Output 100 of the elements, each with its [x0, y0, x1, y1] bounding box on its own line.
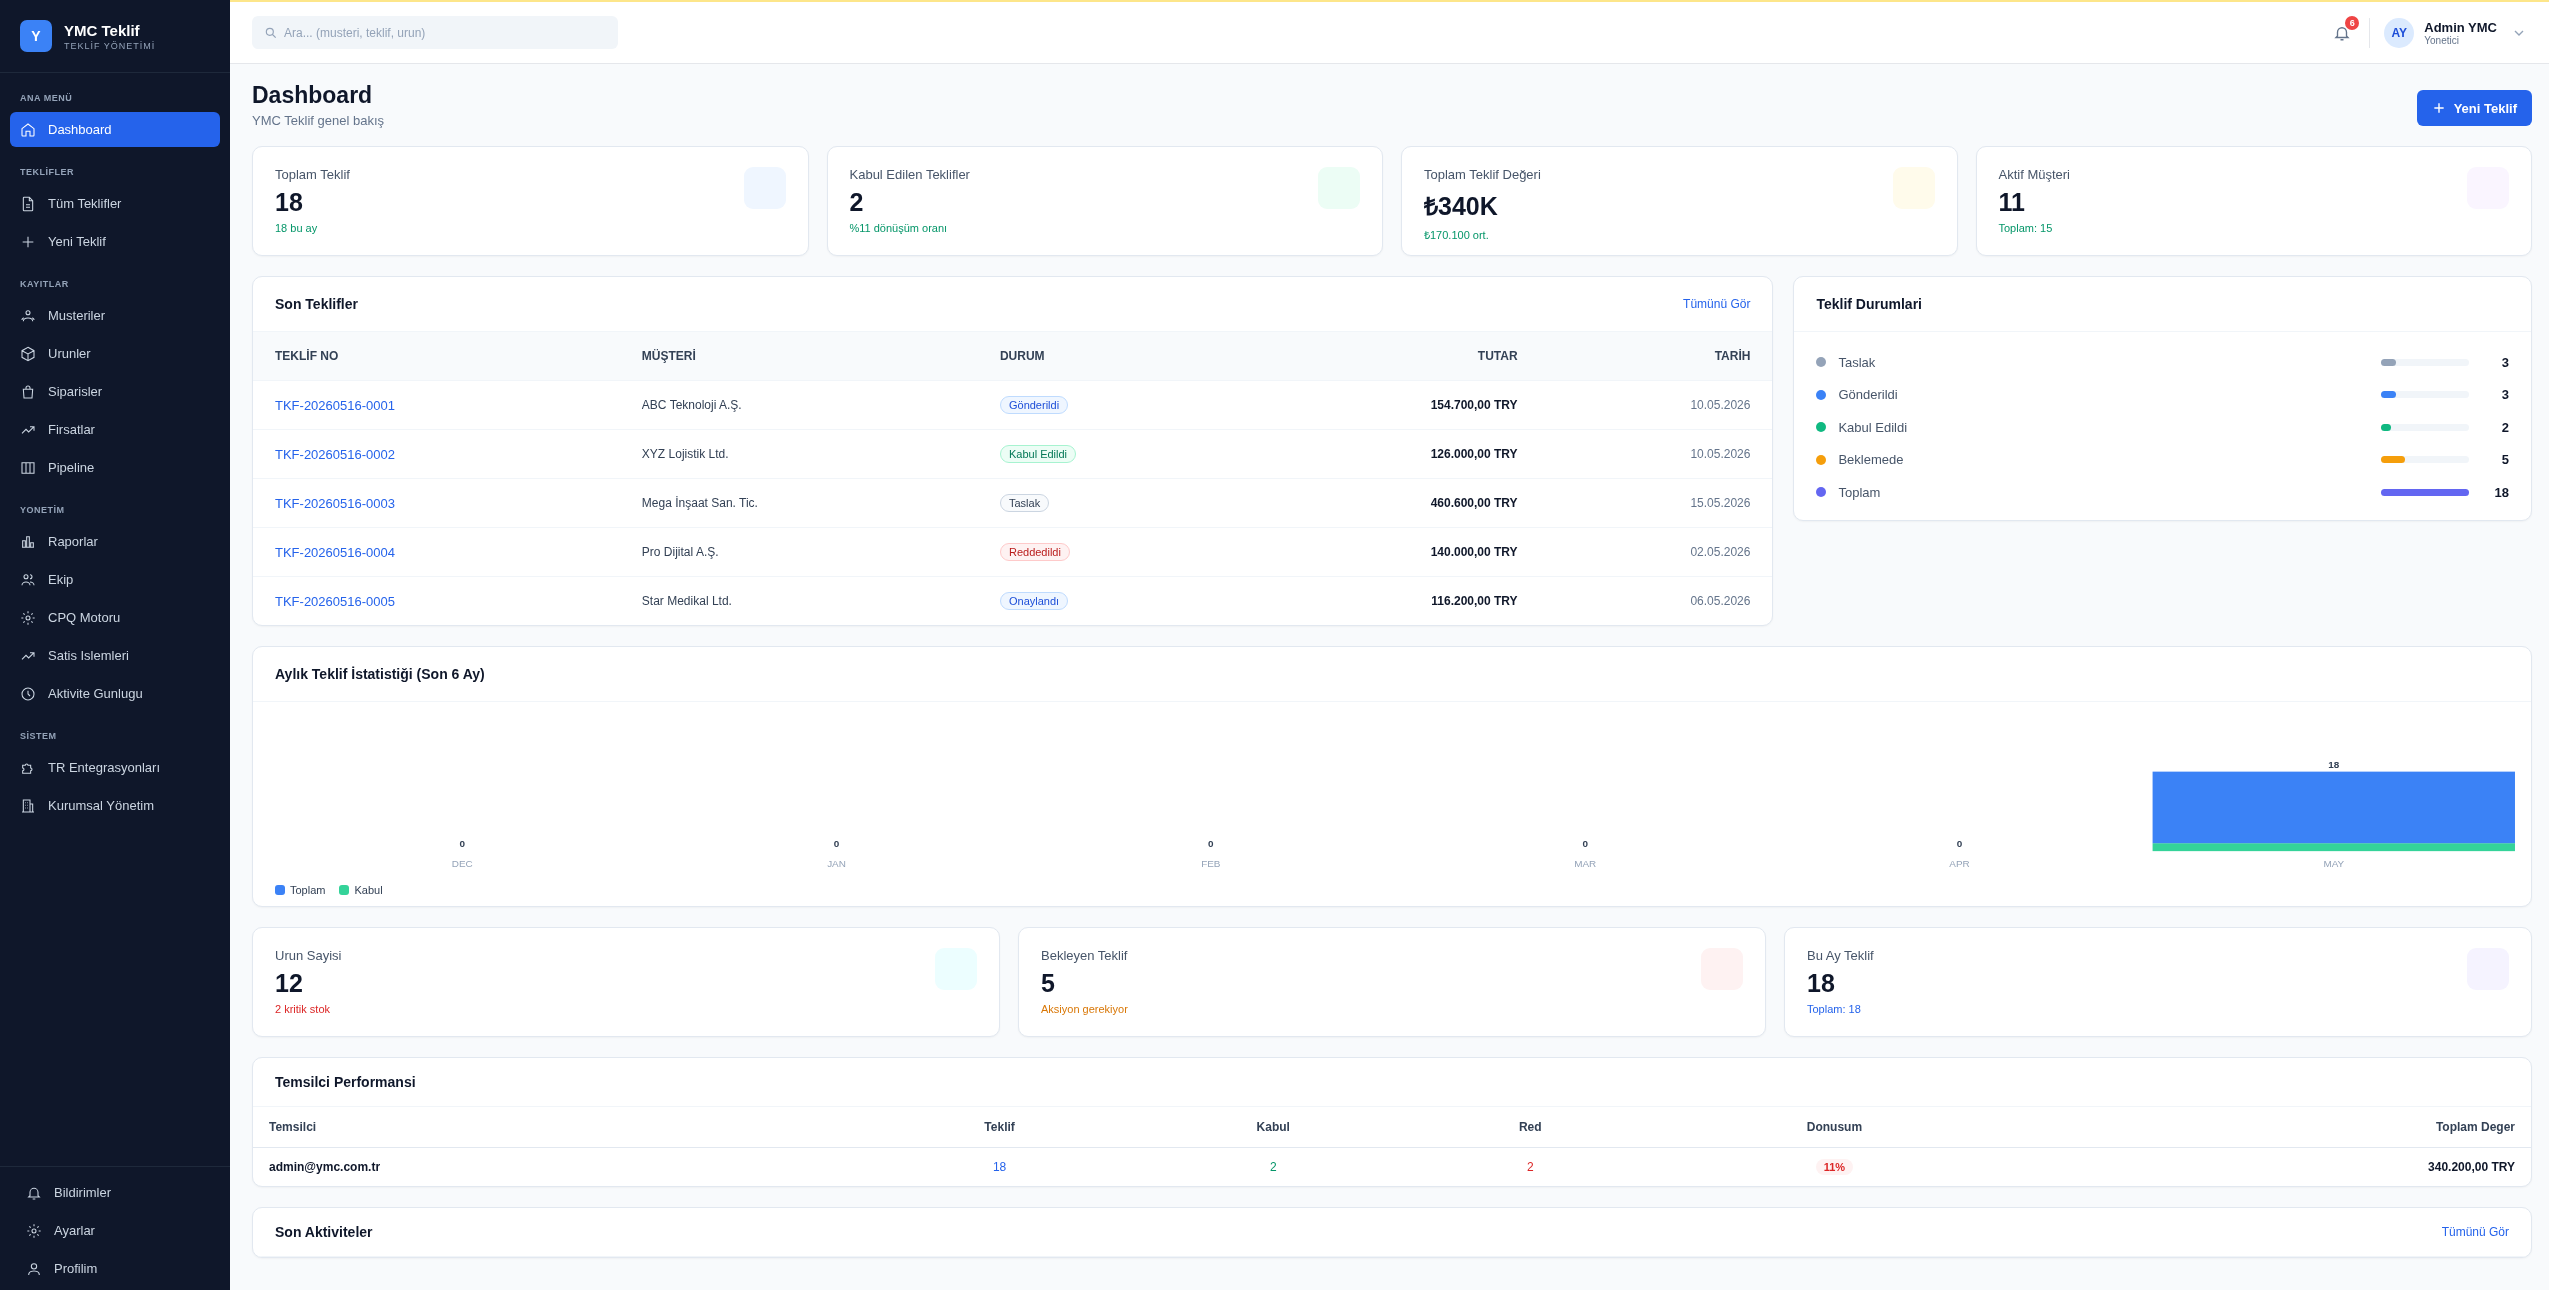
table-cell: 15.05.2026 — [1690, 496, 1751, 510]
sidebar-item[interactable]: CPQ Motoru — [10, 600, 220, 635]
nav-section-title: YONETİM — [19, 504, 66, 517]
cube-icon — [20, 345, 36, 362]
quote-number-link[interactable]: TKF-20260516-0005 — [275, 593, 395, 609]
status-badge: Onaylandı — [999, 592, 1069, 610]
sidebar-item[interactable]: Satis Islemleri — [10, 638, 220, 673]
status-label: Beklemede — [1838, 452, 1905, 468]
building-icon — [20, 797, 36, 814]
data-label: 0 — [1582, 838, 1588, 850]
table-cell: ABC Teknoloji A.Ş. — [641, 398, 742, 412]
status-badge: Gönderildi — [999, 396, 1069, 414]
quote-number-link[interactable]: TKF-20260516-0004 — [275, 544, 395, 560]
sidebar-item[interactable]: Pipeline — [10, 450, 220, 485]
column-header: Kabul — [1256, 1119, 1290, 1134]
stat-note: Toplam: 15 — [1998, 222, 2054, 234]
quote-number-link[interactable]: TKF-20260516-0003 — [275, 495, 395, 511]
bag-icon — [20, 383, 36, 400]
users-icon — [20, 307, 36, 324]
people-icon — [20, 571, 36, 588]
table-cell: 340.200,00 TRY — [2428, 1159, 2515, 1174]
quote-number-link[interactable]: TKF-20260516-0002 — [275, 446, 395, 462]
stat-label: Aktif Müşteri — [1998, 167, 2070, 182]
sidebar-item[interactable]: Bildirimler — [10, 1175, 220, 1210]
nav-section-title: ANA MENÜ — [19, 92, 74, 105]
card-title: Teklif Durumlari — [1816, 296, 1922, 312]
stat-label: Bu Ay Teklif — [1807, 947, 1874, 963]
sidebar-item[interactable]: Ayarlar — [10, 1213, 220, 1248]
sidebar-item[interactable]: Aktivite Gunlugu — [10, 676, 220, 711]
card-title: Son Aktiviteler — [275, 1223, 373, 1240]
view-all-link[interactable]: Tümünü Gör — [1683, 297, 1751, 311]
card-title: Aylık Teklif İstatistiği (Son 6 Ay) — [275, 666, 485, 682]
sidebar-item[interactable]: Urunler — [10, 336, 220, 371]
sidebar-item[interactable]: Tüm Teklifler — [10, 186, 220, 221]
stat-note: 2 kritik stok — [275, 1002, 331, 1015]
data-label: 18 — [2328, 758, 2340, 770]
legend-label: Toplam — [290, 883, 326, 896]
search-field[interactable]: Ara... (musteri, teklif, urun) — [252, 16, 618, 49]
column-header: Teklif — [984, 1119, 1015, 1134]
axis-label: MAY — [2323, 858, 2345, 870]
sidebar-item[interactable]: Profilim — [10, 1251, 220, 1286]
nav-section-title: SİSTEM — [19, 730, 58, 743]
data-label: 0 — [1208, 838, 1214, 850]
table-cell: 154.700,00 TRY — [1430, 398, 1518, 412]
table-cell: Star Medikal Ltd. — [641, 594, 732, 608]
clock-icon — [20, 685, 36, 702]
column-header: MÜŞTERİ — [641, 349, 696, 363]
status-badge: Taslak — [999, 494, 1050, 512]
user-avatar[interactable]: AY — [2384, 17, 2415, 48]
stat-label: Toplam Teklif — [275, 167, 350, 182]
column-header: Red — [1518, 1119, 1542, 1134]
table-cell: 460.600,00 TRY — [1430, 496, 1518, 510]
stat-note: 18 bu ay — [275, 222, 319, 234]
stat-label: Kabul Edilen Teklifler — [849, 167, 970, 182]
stat-value: 11 — [1998, 188, 2026, 217]
table-cell: 116.200,00 TRY — [1431, 594, 1518, 608]
table-cell: Pro Dijital A.Ş. — [641, 545, 719, 559]
stat-label: Toplam Teklif Değeri — [1424, 167, 1541, 182]
table-cell: XYZ Lojistik Ltd. — [641, 447, 729, 461]
column-header: TARİH — [1714, 349, 1751, 363]
user-icon — [26, 1260, 42, 1277]
sidebar-item[interactable]: Firsatlar — [10, 412, 220, 447]
table-cell: 10.05.2026 — [1690, 447, 1751, 461]
stat-value: 2 — [849, 188, 865, 217]
stat-value: 12 — [275, 968, 304, 998]
column-header: Toplam Deger — [2435, 1119, 2515, 1134]
sidebar-item[interactable]: Raporlar — [10, 524, 220, 559]
sidebar-item[interactable]: TR Entegrasyonları — [10, 750, 220, 785]
sidebar-item[interactable]: Musteriler — [10, 298, 220, 333]
sidebar-item[interactable]: Yeni Teklif — [10, 224, 220, 259]
brand-name: YMC Teklif — [64, 21, 141, 39]
status-label: Gönderildi — [1838, 387, 1899, 403]
brand-tagline: TEKLİF YÖNETİMİ — [64, 40, 156, 51]
sidebar-item[interactable]: Siparisler — [10, 374, 220, 409]
nav-section-title: TEKLİFLER — [19, 166, 75, 179]
new-quote-button[interactable]: Yeni Teklif — [2416, 90, 2532, 126]
legend-swatch — [275, 884, 285, 895]
sidebar-item[interactable]: Kurumsal Yönetim — [10, 788, 220, 823]
search-icon — [264, 26, 278, 40]
page-subtitle: YMC Teklif genel bakış — [252, 113, 384, 128]
home-icon — [20, 121, 36, 138]
quote-number-link[interactable]: TKF-20260516-0001 — [275, 397, 395, 413]
columns-icon — [20, 459, 36, 476]
sidebar-item[interactable]: Dashboard — [10, 112, 220, 147]
status-label: Kabul Edildi — [1838, 419, 1909, 435]
view-all-link[interactable]: Tümünü Gör — [2441, 1224, 2509, 1239]
status-count: 2 — [2500, 419, 2509, 435]
stat-value: 18 — [275, 188, 304, 217]
stat-note: Aksiyon gerekiyor — [1041, 1002, 1128, 1015]
table-cell: 06.05.2026 — [1690, 594, 1751, 608]
data-label: 0 — [459, 838, 465, 850]
stat-note: ₺170.100 ort. — [1424, 228, 1490, 242]
plus-icon — [2431, 101, 2446, 115]
nav-section-title: KAYITLAR — [19, 278, 70, 291]
legend-label: Kabul — [354, 883, 383, 896]
status-count: 5 — [2500, 452, 2509, 468]
axis-label: DEC — [451, 858, 473, 870]
sidebar-item[interactable]: Ekip — [10, 562, 220, 597]
stat-note: %11 dönüşüm oranı — [849, 222, 949, 234]
notification-count: 6 — [2345, 15, 2360, 30]
